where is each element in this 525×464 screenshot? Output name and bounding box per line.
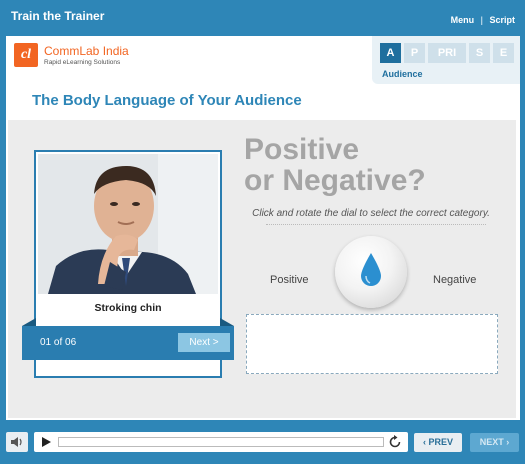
photo-illustration [38, 154, 218, 294]
water-drop-icon [361, 253, 381, 286]
title-bar: Train the Trainer Menu | Script [0, 0, 525, 34]
answer-drop-zone[interactable] [246, 314, 498, 374]
ribbon-fold-right [220, 318, 234, 326]
level-tab-e[interactable]: E [493, 43, 514, 63]
chevron-left-icon: ‹ [422, 437, 426, 447]
script-link[interactable]: Script [489, 15, 515, 25]
card-footer: 01 of 06 Next > [22, 318, 234, 360]
next-label: NEXT [479, 437, 504, 447]
chevron-right-icon: › [506, 437, 510, 447]
level-tabs: A P PRI S E [380, 43, 514, 63]
prev-label: PREV [428, 437, 454, 447]
card-caption: Stroking chin [94, 302, 162, 314]
commlab-logo: cl CommLab India Rapid eLearning Solutio… [14, 43, 134, 71]
flash-card: Stroking chin 01 of 06 Next > [22, 150, 234, 378]
category-dial[interactable] [335, 236, 407, 308]
question-instruction: Click and rotate the dial to select the … [252, 208, 490, 219]
prev-button[interactable]: ‹ PREV [414, 433, 462, 452]
man-stroking-chin-photo [38, 154, 218, 294]
speaker-icon [11, 437, 22, 447]
card-counter: 01 of 06 [40, 337, 77, 348]
page-title: The Body Language of Your Audience [32, 92, 302, 109]
level-tab-pri[interactable]: PRI [428, 43, 466, 63]
top-navigation: Menu | Script [451, 15, 515, 25]
menu-link[interactable]: Menu [451, 15, 475, 25]
question-title-line-2: or Negative? [244, 164, 426, 197]
level-panel: A P PRI S E Audience [372, 36, 520, 84]
replay-icon[interactable] [388, 435, 402, 449]
card-next-button[interactable]: Next > [178, 333, 230, 352]
logo-name: CommLab India [44, 44, 129, 58]
progress-track[interactable] [58, 437, 384, 447]
app-title: Train the Trainer [11, 9, 105, 23]
negative-label: Negative [433, 274, 477, 286]
next-button[interactable]: NEXT › [470, 433, 519, 452]
timeline-bar [34, 432, 408, 452]
player-bar: ‹ PREV NEXT › [0, 420, 525, 464]
logo-mark-icon: cl [14, 43, 38, 67]
volume-button[interactable] [6, 432, 28, 452]
ribbon-fold-left [22, 318, 36, 326]
level-tab-p[interactable]: P [404, 43, 425, 63]
dotted-divider [266, 224, 486, 225]
current-level-label: Audience [382, 69, 423, 79]
question-title-line-1: Positive [244, 133, 360, 166]
content-frame: cl CommLab India Rapid eLearning Solutio… [6, 36, 520, 420]
positive-label: Positive [270, 274, 309, 286]
question-title: Positive or Negative? [244, 134, 504, 196]
level-tab-a[interactable]: A [380, 43, 401, 63]
level-tab-s[interactable]: S [469, 43, 490, 63]
play-icon[interactable] [42, 437, 51, 447]
activity-area: Stroking chin 01 of 06 Next > Positive o… [8, 120, 516, 418]
nav-separator: | [480, 15, 483, 25]
logo-tagline: Rapid eLearning Solutions [44, 59, 121, 66]
